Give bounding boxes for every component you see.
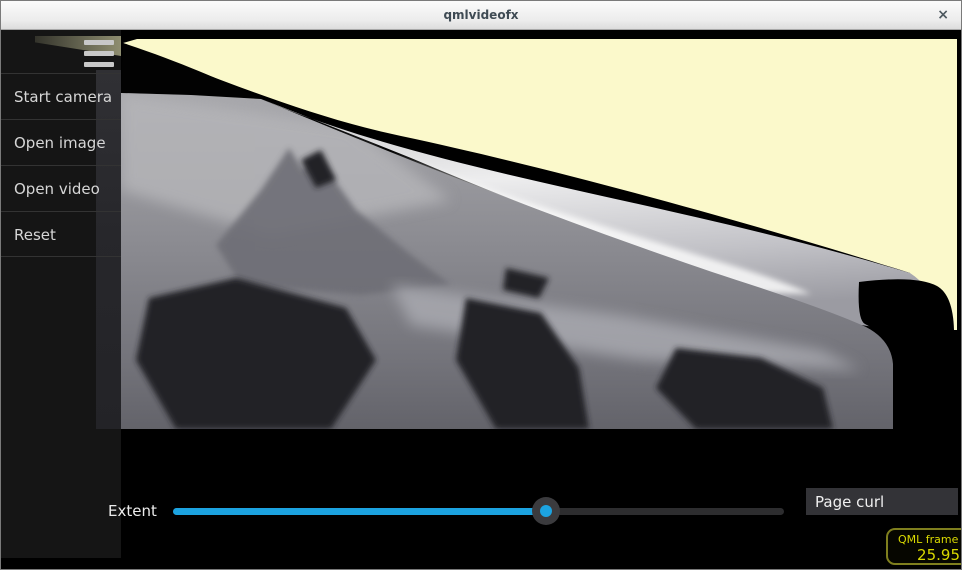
app-window: qmlvideofx × (0, 0, 962, 570)
sidebar-item-start-camera[interactable]: Start camera (1, 73, 121, 119)
extent-slider-label: Extent (108, 502, 157, 520)
slider-handle[interactable] (532, 497, 560, 525)
slider-fill (173, 508, 546, 515)
title-bar: qmlvideofx × (1, 1, 961, 30)
fps-label: QML frame r... (898, 533, 962, 546)
sidebar: Start camera Open image Open video Reset (1, 30, 121, 558)
main-area: Start camera Open image Open video Reset… (1, 30, 962, 570)
sidebar-item-open-video[interactable]: Open video (1, 165, 121, 211)
slider-handle-dot (540, 505, 552, 517)
sidebar-menu: Start camera Open image Open video Reset (1, 73, 121, 257)
video-page-curl-scene[interactable] (121, 30, 962, 430)
sidebar-item-open-image[interactable]: Open image (1, 119, 121, 165)
window-title: qmlvideofx (1, 1, 961, 29)
close-icon[interactable]: × (937, 1, 949, 29)
hamburger-menu-icon[interactable] (84, 40, 114, 73)
sidebar-item-reset[interactable]: Reset (1, 211, 121, 257)
fps-value: 25.95 (898, 546, 960, 564)
effect-selector-button[interactable]: Page curl (806, 488, 958, 515)
extent-slider[interactable] (173, 508, 784, 515)
fps-counter: QML frame r... 25.95 (886, 528, 962, 565)
